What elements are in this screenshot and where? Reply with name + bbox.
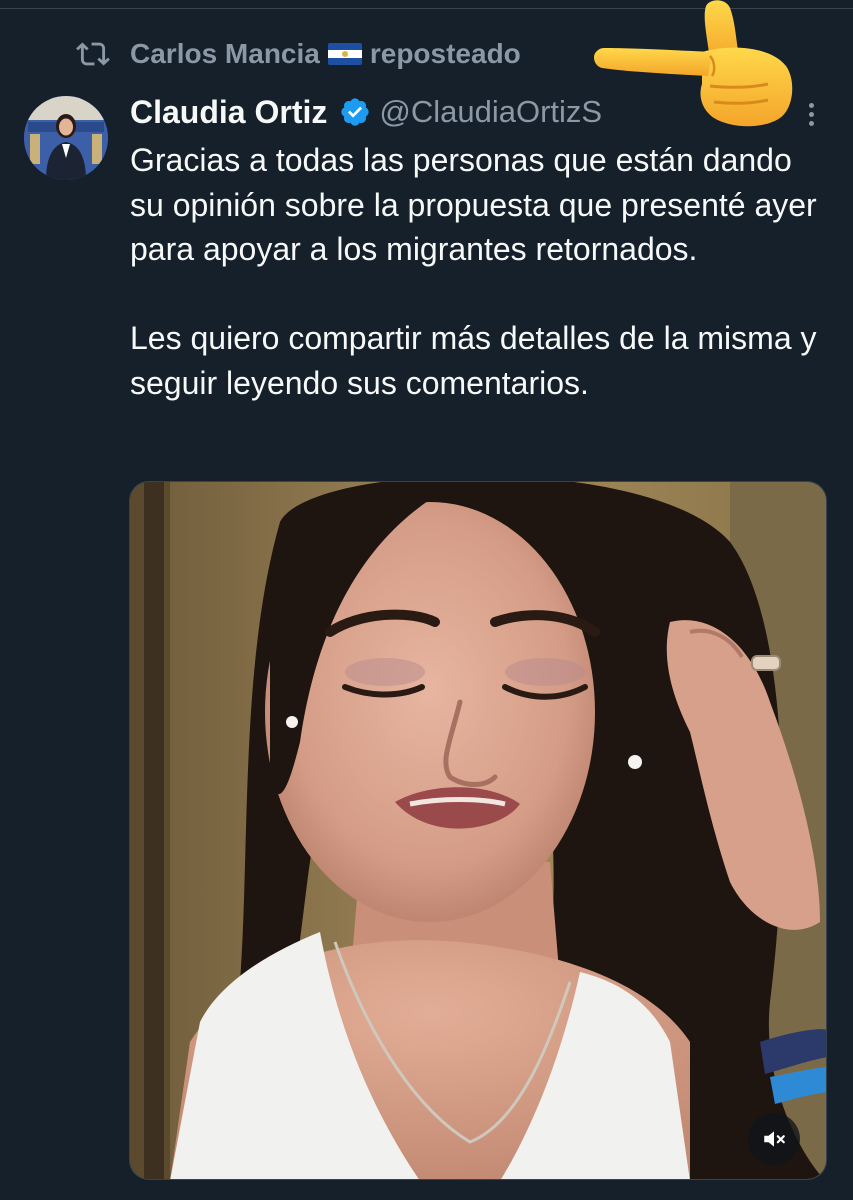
- verified-badge-icon[interactable]: [339, 96, 371, 128]
- video-frame-image: [130, 482, 826, 1179]
- tweet-paragraph-1: Gracias a todas las personas que están d…: [130, 142, 817, 267]
- pointing-hand-emoji-icon: [594, 0, 793, 127]
- repost-header[interactable]: Carlos Mancia reposteado: [76, 32, 521, 76]
- avatar-image: [24, 96, 108, 180]
- tweet-paragraph-2: Les quiero compartir más detalles de la …: [130, 320, 817, 401]
- author-handle[interactable]: @ClaudiaOrtizS: [379, 94, 602, 130]
- more-options-button[interactable]: [796, 98, 826, 130]
- repost-icon: [76, 42, 110, 66]
- tweet-header: Claudia Ortiz @ClaudiaOrtizS: [130, 90, 602, 134]
- repost-user-name[interactable]: Carlos Mancia: [130, 38, 320, 70]
- volume-muted-icon: [764, 1131, 785, 1147]
- repost-label: reposteado: [369, 38, 521, 69]
- el-salvador-flag-icon: [327, 43, 362, 65]
- more-vertical-icon: [808, 102, 814, 108]
- tweet-video[interactable]: [129, 481, 827, 1180]
- mute-toggle-button[interactable]: [748, 1113, 800, 1165]
- tweet-text: Gracias a todas las personas que están d…: [130, 138, 830, 405]
- author-display-name[interactable]: Claudia Ortiz: [130, 94, 327, 131]
- author-avatar[interactable]: [24, 96, 108, 180]
